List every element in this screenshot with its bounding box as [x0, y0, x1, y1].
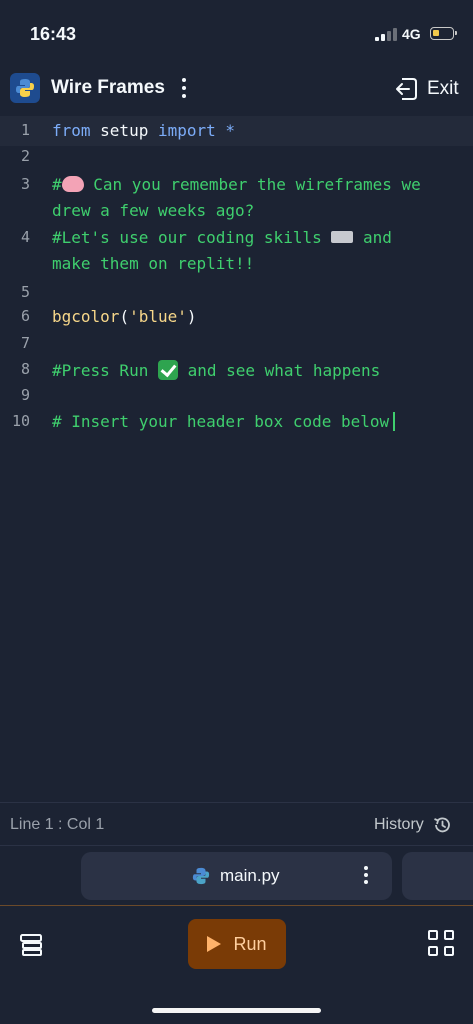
line-number: 10 [11, 412, 30, 430]
history-icon [433, 817, 450, 833]
tab-next[interactable] [402, 852, 473, 900]
keyboard-emoji [331, 231, 354, 243]
run-button[interactable]: Run [188, 919, 286, 969]
code-text: #Press Run and see what happens [52, 360, 381, 380]
line-number: 2 [20, 147, 30, 165]
run-label: Run [233, 933, 267, 954]
python-file-icon [192, 867, 210, 885]
code-text: # Can you remember the wireframes we [52, 175, 421, 194]
tab-main-py[interactable]: main.py [81, 852, 392, 900]
code-line[interactable]: 3 # Can you remember the wireframes we d… [0, 173, 473, 225]
line-number: 1 [20, 121, 30, 139]
tab-label: main.py [220, 866, 280, 885]
clock: 16:43 [30, 24, 77, 44]
files-icon[interactable] [18, 932, 44, 958]
cursor-position: Line 1 : Col 1 [10, 816, 105, 833]
bottom-toolbar: Run [0, 906, 473, 1024]
text-cursor [393, 412, 396, 431]
line-number: 4 [20, 228, 30, 246]
exit-icon [396, 78, 417, 100]
line-number: 5 [20, 283, 30, 301]
code-line[interactable]: 9 [0, 384, 473, 410]
battery-icon [430, 27, 457, 40]
code-text-wrapped: drew a few weeks ago? [52, 201, 255, 220]
code-line[interactable]: 5 [0, 279, 473, 305]
grid-icon[interactable] [428, 930, 456, 958]
editor-status-line: Line 1 : Col 1 History [0, 802, 473, 846]
code-line[interactable]: 8 #Press Run and see what happens [0, 358, 473, 384]
code-text: bgcolor('blue') [52, 307, 197, 326]
app-header: Wire Frames Exit [0, 64, 473, 114]
code-text-wrapped: make them on replit!! [52, 254, 255, 273]
exit-button[interactable]: Exit [393, 74, 459, 104]
home-indicator[interactable] [152, 1008, 321, 1013]
code-line[interactable]: 1 from setup import * [0, 116, 473, 146]
code-text: # Insert your header box code below [52, 412, 396, 431]
file-tab-bar: main.py [0, 846, 473, 906]
code-text: from setup import * [52, 121, 236, 140]
code-line[interactable]: 10 # Insert your header box code below [0, 410, 473, 438]
brain-emoji [61, 176, 84, 192]
line-number: 8 [20, 360, 30, 378]
repl-title[interactable]: Wire Frames [51, 77, 165, 99]
code-line[interactable]: 4 #Let's use our coding skills and make … [0, 226, 473, 278]
code-line[interactable]: 6 bgcolor('blue') [0, 305, 473, 331]
python-logo-icon [10, 73, 40, 103]
line-number: 7 [20, 334, 30, 352]
code-line[interactable]: 7 [0, 332, 473, 358]
more-options-icon[interactable] [178, 78, 190, 100]
code-line[interactable]: 2 [0, 147, 473, 171]
line-number: 9 [20, 386, 30, 404]
play-icon [207, 936, 222, 952]
status-bar: 16:43 4G [0, 0, 473, 64]
signal-icon [375, 27, 397, 41]
exit-label: Exit [427, 78, 459, 99]
history-button[interactable]: History [374, 815, 452, 835]
code-editor[interactable]: 1 from setup import * 2 3 # Can you reme… [0, 116, 473, 802]
line-number: 6 [20, 307, 30, 325]
line-number: 3 [20, 175, 30, 193]
network-type: 4G [402, 26, 421, 42]
history-label: History [374, 816, 424, 833]
tab-options-icon[interactable] [361, 866, 371, 887]
check-mark-emoji [157, 360, 178, 380]
code-text: #Let's use our coding skills and [52, 228, 392, 247]
